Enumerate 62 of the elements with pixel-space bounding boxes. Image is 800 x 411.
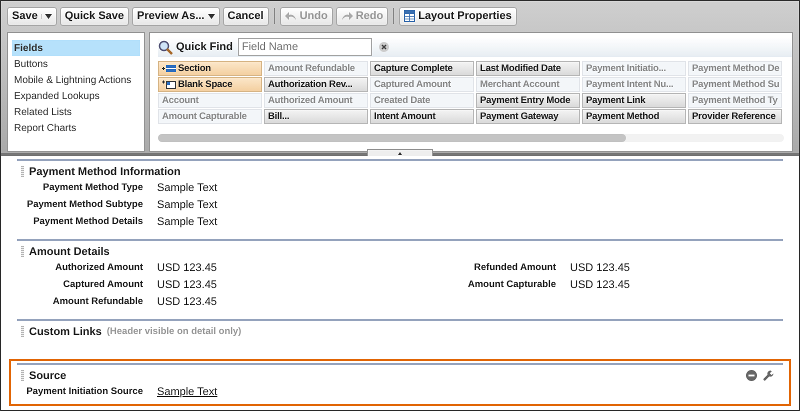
remove-icon[interactable] [746, 370, 757, 380]
quick-find-label: Quick Find [176, 41, 233, 53]
button[interactable]: Quick Save [60, 6, 130, 26]
field-value: USD 123.45 [157, 296, 218, 308]
field-value: Sample Text [157, 182, 218, 194]
section-title: Source [29, 370, 66, 382]
selected-section[interactable]: Source Payment Initiation Source Sample Text [9, 359, 791, 406]
search-field[interactable]: Field Name [238, 38, 372, 56]
add-section-icon [162, 64, 176, 73]
field-item[interactable]: Provider Reference [688, 109, 782, 124]
field-value: USD 123.45 [157, 278, 218, 290]
field-label: Authorized Amount [54, 262, 143, 273]
undo-icon [284, 11, 297, 21]
sidebar-item[interactable]: Buttons [12, 56, 140, 72]
table-icon [404, 10, 416, 22]
field-item[interactable]: Payment Gateway [476, 109, 580, 124]
section-title: Payment Method Information [29, 166, 181, 178]
section-title: Amount Details [29, 246, 110, 258]
field-item[interactable]: Last Modified Date [476, 61, 580, 76]
preview-button[interactable]: Preview As... [132, 6, 220, 26]
wrench-icon[interactable] [763, 370, 775, 382]
collapse-handle[interactable] [367, 149, 433, 156]
field-label: Amount Refundable [52, 296, 143, 307]
field-label: Refunded Amount [473, 262, 556, 273]
search-icon [158, 40, 173, 54]
add-blank-icon [162, 80, 176, 89]
sidebar-item[interactable]: Mobile & Lightning Actions [12, 72, 140, 88]
blank-space-item[interactable]: Blank Space [158, 77, 262, 92]
sidebar-item[interactable]: Report Charts [12, 120, 140, 136]
field-item[interactable]: Payment Entry Mode [476, 93, 580, 108]
field-value: USD 123.45 [570, 278, 631, 290]
save-button[interactable]: Save [7, 6, 57, 26]
field-label: Captured Amount [62, 279, 143, 290]
layout-properties-button[interactable]: Layout Properties [399, 6, 517, 26]
section-title: Custom Links [29, 326, 102, 338]
caret-icon [208, 14, 214, 18]
field-item[interactable]: Capture Complete [370, 61, 474, 76]
section-note: (Header visible on detail only) [106, 326, 242, 337]
field-value: USD 123.45 [157, 262, 218, 274]
caret-icon [44, 14, 52, 18]
field-item[interactable]: Intent Amount [370, 109, 474, 124]
field-value: Sample Text [157, 198, 218, 210]
field-label: Amount Capturable [466, 279, 556, 290]
field-label: Payment Method Subtype [26, 199, 143, 210]
sidebar-item[interactable]: Expanded Lookups [12, 88, 140, 104]
sidebar-item[interactable]: Fields [12, 40, 140, 56]
field-item[interactable]: Authorization Rev... [264, 77, 368, 92]
field-link[interactable]: Sample Text [157, 386, 218, 398]
field-item[interactable]: Bill... [264, 109, 368, 124]
field-item[interactable]: Payment Method [582, 109, 686, 124]
field-label: Payment Initiation Source [25, 386, 143, 397]
horizontal-scrollbar[interactable] [158, 134, 784, 142]
field-value: Sample Text [157, 216, 218, 228]
clear-icon[interactable] [378, 42, 389, 52]
button[interactable]: Cancel [222, 6, 269, 26]
redo-icon [340, 11, 353, 21]
field-label: Payment Method Type [42, 182, 143, 193]
field-label: Payment Method Details [32, 216, 143, 227]
sidebar-item[interactable]: Related Lists [12, 104, 140, 120]
section-item[interactable]: Section [158, 61, 262, 76]
field-item[interactable]: Payment Link [582, 93, 686, 108]
field-value: USD 123.45 [570, 262, 631, 274]
